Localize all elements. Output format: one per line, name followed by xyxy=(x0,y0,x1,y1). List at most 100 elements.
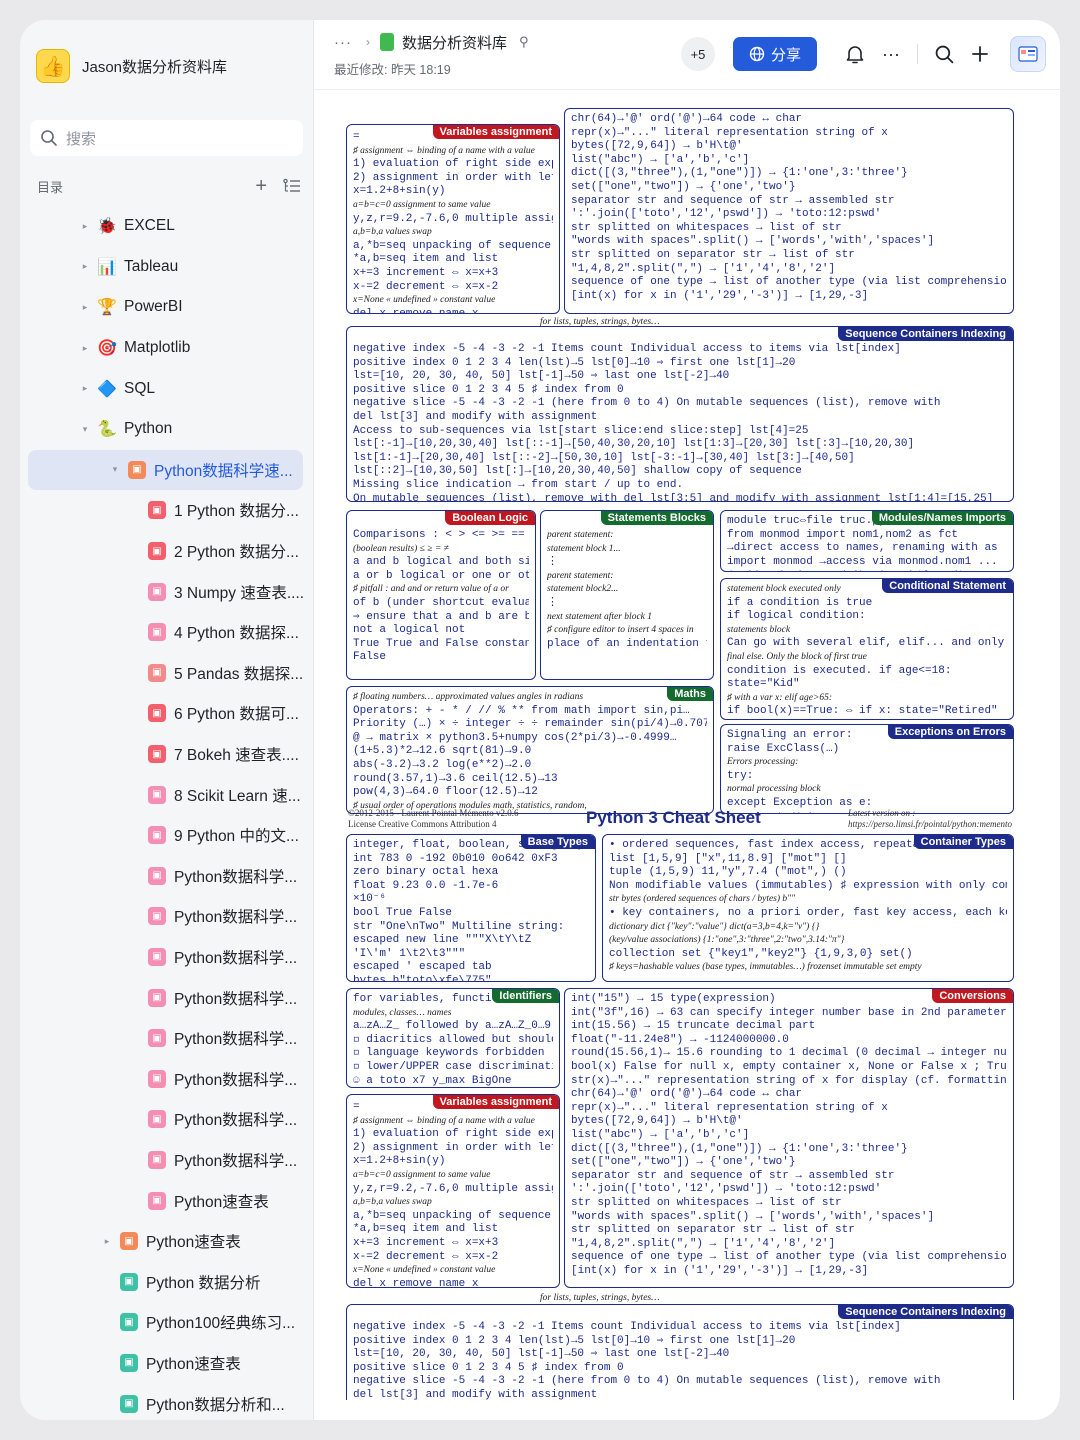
sheet-line: modules, classes… names xyxy=(353,1007,452,1018)
copyright-note: ©2012-2015 - Laurent Pointal Mémento v2.… xyxy=(348,808,519,830)
caret-right-icon[interactable]: ▸ xyxy=(78,261,92,272)
copyright-line-2: License Creative Commons Attribution 4 xyxy=(348,819,497,829)
tree-item[interactable]: ▣ Python100经典练习... xyxy=(20,1302,313,1343)
sheet-line: positive slice 0 1 2 3 4 5 ♯ index from … xyxy=(353,383,624,396)
tree-item-label: Python100经典练习... xyxy=(146,1315,296,1333)
workspace-header[interactable]: 👍 Jason数据分析资料库 xyxy=(20,20,313,112)
tree-item[interactable]: ▣ Python速查表 xyxy=(20,1343,313,1384)
tree-item-label: 4 Python 数据探... xyxy=(174,625,299,643)
caret-right-icon[interactable]: ▸ xyxy=(78,221,92,232)
search-icon[interactable] xyxy=(926,36,962,72)
tree-item[interactable]: ▣ Python数据科学... xyxy=(20,856,313,897)
tree-item[interactable]: ▸ 📊 Tableau xyxy=(20,247,313,288)
boolean-logic-box: Boolean Logic Comparisons : < > <= >= ==… xyxy=(346,510,536,680)
tree-item[interactable]: ▣ Python数据科学... xyxy=(20,1140,313,1181)
tree-item[interactable]: ▣ Python数据科学... xyxy=(20,896,313,937)
user-avatar[interactable] xyxy=(1010,36,1046,72)
share-button[interactable]: 分享 xyxy=(732,37,817,71)
doc-title[interactable]: 数据分析资料库 xyxy=(402,32,507,53)
sheet-line: positive index 0 1 2 3 4 len(lst)→5 lst[… xyxy=(353,356,796,369)
sheet-line: x=1.2+8+sin(y) xyxy=(353,1155,446,1168)
sheet-line: abs(-3.2)→3.2 log(e**2)→2.0 xyxy=(353,758,532,771)
sheet-line: Can go with several elif, elif... and on… xyxy=(727,637,1007,650)
variables-tag: Variables assignment xyxy=(432,125,559,139)
tree-item[interactable]: ▸ ▣ Python速查表 xyxy=(20,1221,313,1262)
tree-item[interactable]: ▾ ▣ Python数据科学速... xyxy=(28,449,303,491)
sheet-line: str splitted on separator str → list of … xyxy=(571,1224,855,1237)
caret-right-icon[interactable]: ▸ xyxy=(78,343,92,354)
add-icon[interactable]: + xyxy=(255,175,267,198)
sheet-line: • key containers, no a priori order, fas… xyxy=(609,906,1007,919)
sheet-line: "words with spaces".split() → ['words','… xyxy=(571,1210,935,1223)
caret-right-icon[interactable]: ▸ xyxy=(78,383,92,394)
sheet-line: ⋮ xyxy=(547,596,558,609)
tree-item[interactable]: ▣ 5 Pandas 数据探... xyxy=(20,653,313,694)
doc-icon: ▣ xyxy=(148,1069,166,1088)
conditional-tag: Conditional Statement xyxy=(882,579,1013,593)
notification-bell-icon[interactable] xyxy=(837,36,873,72)
doc-icon: ▣ xyxy=(148,501,166,520)
tree-item[interactable]: ▣ Python数据科学... xyxy=(20,937,313,978)
tree-item-label: PowerBI xyxy=(124,298,183,316)
sheet-line: int(15.56) → 15 truncate decimal part xyxy=(571,1020,816,1033)
tree-item-label: Python数据科学... xyxy=(174,949,298,967)
tree-item[interactable]: ▣ 2 Python 数据分... xyxy=(20,531,313,572)
app-window: 👍 Jason数据分析资料库 搜索 目录 + ▸ 🐞 EXCEL ▸ 📊 Tableau ▸… xyxy=(20,20,1060,1420)
tree-item[interactable]: ▣ Python 数据分析 xyxy=(20,1261,313,1302)
sheet-line: list("abc") → ['a','b','c'] xyxy=(571,153,750,166)
seq-index-tag-2: Sequence Containers Indexing xyxy=(838,1305,1013,1319)
tree-item[interactable]: ▣ 6 Python 数据可... xyxy=(20,693,313,734)
caret-right-icon[interactable]: ▸ xyxy=(78,302,92,313)
breadcrumb-more-button[interactable]: ··· xyxy=(334,34,352,51)
caret-down-icon[interactable]: ▾ xyxy=(108,464,122,475)
tree-item-label: Python数据科学... xyxy=(174,1152,298,1170)
tree-item-label: Python 数据分析 xyxy=(146,1274,261,1292)
conversions-tag: Conversions xyxy=(932,989,1013,1003)
sheet-line: ♯ assignment ⇔ binding of a name with a … xyxy=(353,145,535,156)
doc-icon: ▣ xyxy=(128,460,146,479)
tree-item[interactable]: ▣ 7 Bokeh 速查表.... xyxy=(20,734,313,775)
tree-item[interactable]: ▣ Python数据分析和... xyxy=(20,1383,313,1420)
sheet-line: On mutable sequences (list), remove with… xyxy=(353,492,994,502)
sheet-line: int("3f",16) → 63 can specify integer nu… xyxy=(571,1006,1007,1019)
sheet-line: collection set {"key1","key2"} {1,9,3,0}… xyxy=(609,947,913,960)
tree-item[interactable]: ▸ 🎯 Matplotlib xyxy=(20,328,313,369)
tree-item[interactable]: ▸ 🔷 SQL xyxy=(20,368,313,409)
tree-item[interactable]: ▾ 🐍 Python xyxy=(20,409,313,450)
tree-item[interactable]: ▣ 4 Python 数据探... xyxy=(20,612,313,653)
outline-list-icon[interactable] xyxy=(283,178,301,194)
tree-item-label: Python数据科学... xyxy=(174,1031,298,1049)
conversions-box: Conversions int("15") → 15 type(expressi… xyxy=(564,988,1014,1288)
tree-item[interactable]: ▣ Python数据科学... xyxy=(20,1058,313,1099)
sheet-line: a=b=c=0 assignment to same value xyxy=(353,1169,491,1180)
sheet-line: ♯ floating numbers… approximated values … xyxy=(353,692,584,702)
maths-tag: Maths xyxy=(667,687,713,701)
tree-item[interactable]: ▸ 🏆 PowerBI xyxy=(20,287,313,328)
sheet-line: ⋮ xyxy=(547,556,558,569)
sheet-line: ♯ pitfall : and and or return value of a… xyxy=(353,584,509,595)
tree-item[interactable]: ▣ Python数据科学... xyxy=(20,1018,313,1059)
folder-emoji-icon: 🐞 xyxy=(97,218,117,236)
search-input[interactable]: 搜索 xyxy=(30,120,303,156)
breadcrumb: ··· › 数据分析资料库 ⚲ xyxy=(334,32,529,53)
sheet-line: if bool(x)==True: ⇔ if x: state="Retired… xyxy=(727,705,998,718)
tree-item-label: Python数据科学速... xyxy=(154,462,293,480)
tree-item[interactable]: ▸ 🐞 EXCEL xyxy=(20,206,313,247)
sheet-line: lst=[10, 20, 30, 40, 50] lst[-1]→50 ⇒ la… xyxy=(353,1348,730,1361)
pin-icon[interactable]: ⚲ xyxy=(519,34,529,50)
collaborators-count[interactable]: +5 xyxy=(680,37,715,71)
sheet-line: bytes([72,9,64]) → b'H\t@' xyxy=(571,140,743,153)
sheet-line: ◽ diacritics allowed but should be avoid… xyxy=(353,1033,553,1046)
more-options-icon[interactable]: ··· xyxy=(873,36,909,72)
tree-item[interactable]: ▣ Python速查表 xyxy=(20,1180,313,1221)
tree-item[interactable]: ▣ 8 Scikit Learn 速... xyxy=(20,774,313,815)
plus-icon[interactable] xyxy=(962,36,998,72)
tree-item[interactable]: ▣ 3 Numpy 速查表.... xyxy=(20,571,313,612)
sheet-line: lst[:-1]→[10,20,30,40] lst[::-1]→[50,40,… xyxy=(353,438,915,451)
tree-item[interactable]: ▣ Python数据科学... xyxy=(20,1099,313,1140)
tree-item[interactable]: ▣ Python数据科学... xyxy=(20,977,313,1018)
caret-right-icon[interactable]: ▸ xyxy=(100,1236,114,1247)
tree-item[interactable]: ▣ 9 Python 中的文... xyxy=(20,815,313,856)
tree-item[interactable]: ▣ 1 Python 数据分... xyxy=(20,490,313,531)
caret-down-icon[interactable]: ▾ xyxy=(78,424,92,435)
